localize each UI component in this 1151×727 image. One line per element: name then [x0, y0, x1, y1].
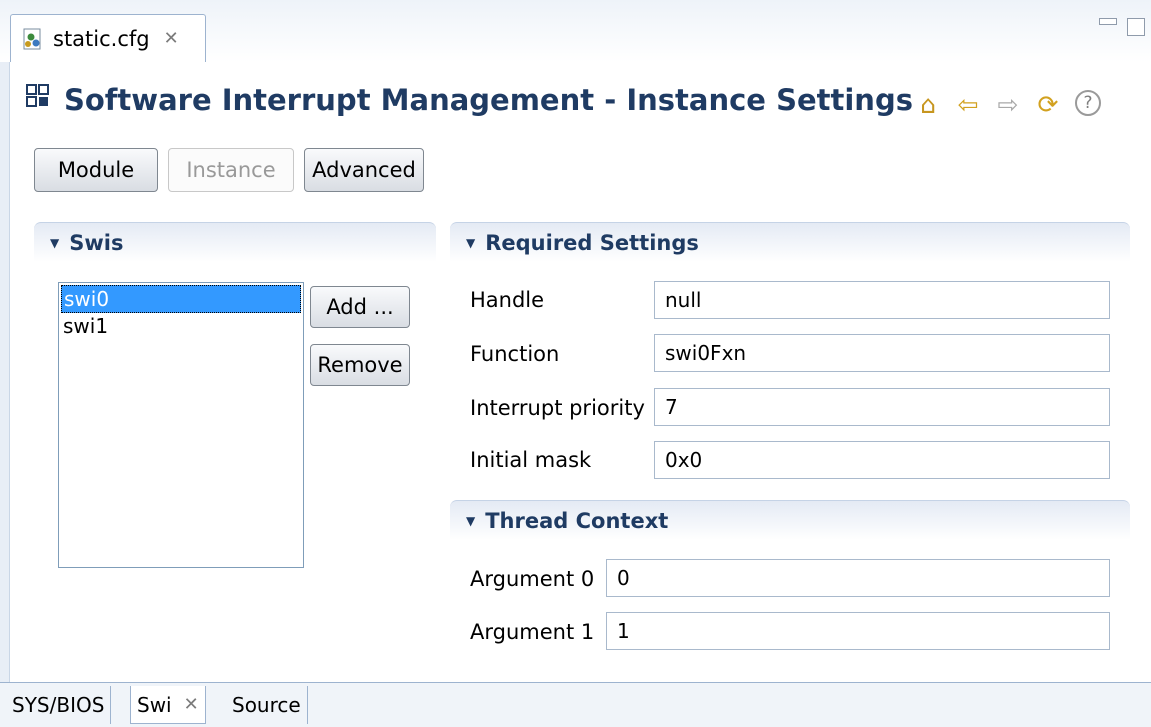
handle-field[interactable]: null: [654, 281, 1110, 319]
config-file-icon: [21, 27, 45, 51]
editor-tab-static-cfg[interactable]: static.cfg ✕: [10, 14, 206, 62]
maximize-icon[interactable]: [1127, 18, 1145, 36]
collapse-triangle-icon: ▼: [466, 235, 476, 250]
close-icon[interactable]: ✕: [164, 28, 179, 49]
add-button[interactable]: Add ...: [310, 286, 410, 328]
initial-mask-field[interactable]: 0x0: [654, 441, 1110, 479]
editor-tab-label: static.cfg: [53, 26, 150, 51]
help-icon[interactable]: ?: [1075, 90, 1101, 116]
instance-button[interactable]: Instance: [168, 148, 294, 192]
collapse-triangle-icon: ▼: [50, 235, 60, 250]
back-icon[interactable]: ⇦: [955, 90, 981, 119]
swis-section-header[interactable]: ▼ Swis: [34, 222, 436, 262]
navigation-toolbar: ⌂ ⇦ ⇨ ⟳ ?: [915, 90, 1101, 119]
swis-list[interactable]: swi0 swi1: [58, 282, 304, 568]
collapse-triangle-icon: ▼: [466, 513, 476, 528]
list-item[interactable]: swi1: [61, 313, 301, 341]
remove-button[interactable]: Remove: [310, 344, 410, 386]
thread-context-title: Thread Context: [485, 508, 669, 533]
swis-section-title: Swis: [69, 230, 124, 255]
argument0-label: Argument 0: [470, 567, 595, 591]
forward-icon[interactable]: ⇨: [995, 90, 1021, 119]
home-icon[interactable]: ⌂: [915, 90, 941, 119]
function-label: Function: [470, 342, 560, 366]
required-settings-header[interactable]: ▼ Required Settings: [450, 222, 1130, 262]
close-icon[interactable]: ✕: [184, 694, 199, 715]
tab-sys-bios[interactable]: SYS/BIOS: [6, 686, 112, 724]
initial-mask-label: Initial mask: [470, 448, 592, 472]
handle-label: Handle: [470, 288, 545, 312]
tab-swi-label: Swi: [137, 692, 172, 717]
sync-icon[interactable]: ⟳: [1035, 90, 1061, 119]
minimize-icon[interactable]: [1099, 18, 1117, 25]
page-title: Software Interrupt Management - Instance…: [24, 82, 913, 117]
list-item[interactable]: swi0: [61, 285, 301, 313]
module-button[interactable]: Module: [34, 148, 158, 192]
tab-swi[interactable]: Swi ✕: [130, 686, 206, 724]
view-controls: [1099, 18, 1145, 36]
function-field[interactable]: swi0Fxn: [654, 334, 1110, 372]
advanced-button[interactable]: Advanced: [304, 148, 424, 192]
interrupt-priority-label: Interrupt priority: [470, 396, 645, 420]
editor-tab-bar: static.cfg ✕: [0, 0, 1151, 62]
argument0-field[interactable]: 0: [606, 559, 1110, 597]
argument1-field[interactable]: 1: [606, 612, 1110, 650]
tab-source[interactable]: Source: [226, 686, 308, 724]
interrupt-priority-field[interactable]: 7: [654, 388, 1110, 426]
required-settings-title: Required Settings: [485, 230, 699, 255]
page-title-text: Software Interrupt Management - Instance…: [64, 82, 913, 117]
argument1-label: Argument 1: [470, 620, 595, 644]
thread-context-header[interactable]: ▼ Thread Context: [450, 500, 1130, 540]
left-border: [0, 62, 10, 682]
module-icon: [24, 82, 52, 117]
